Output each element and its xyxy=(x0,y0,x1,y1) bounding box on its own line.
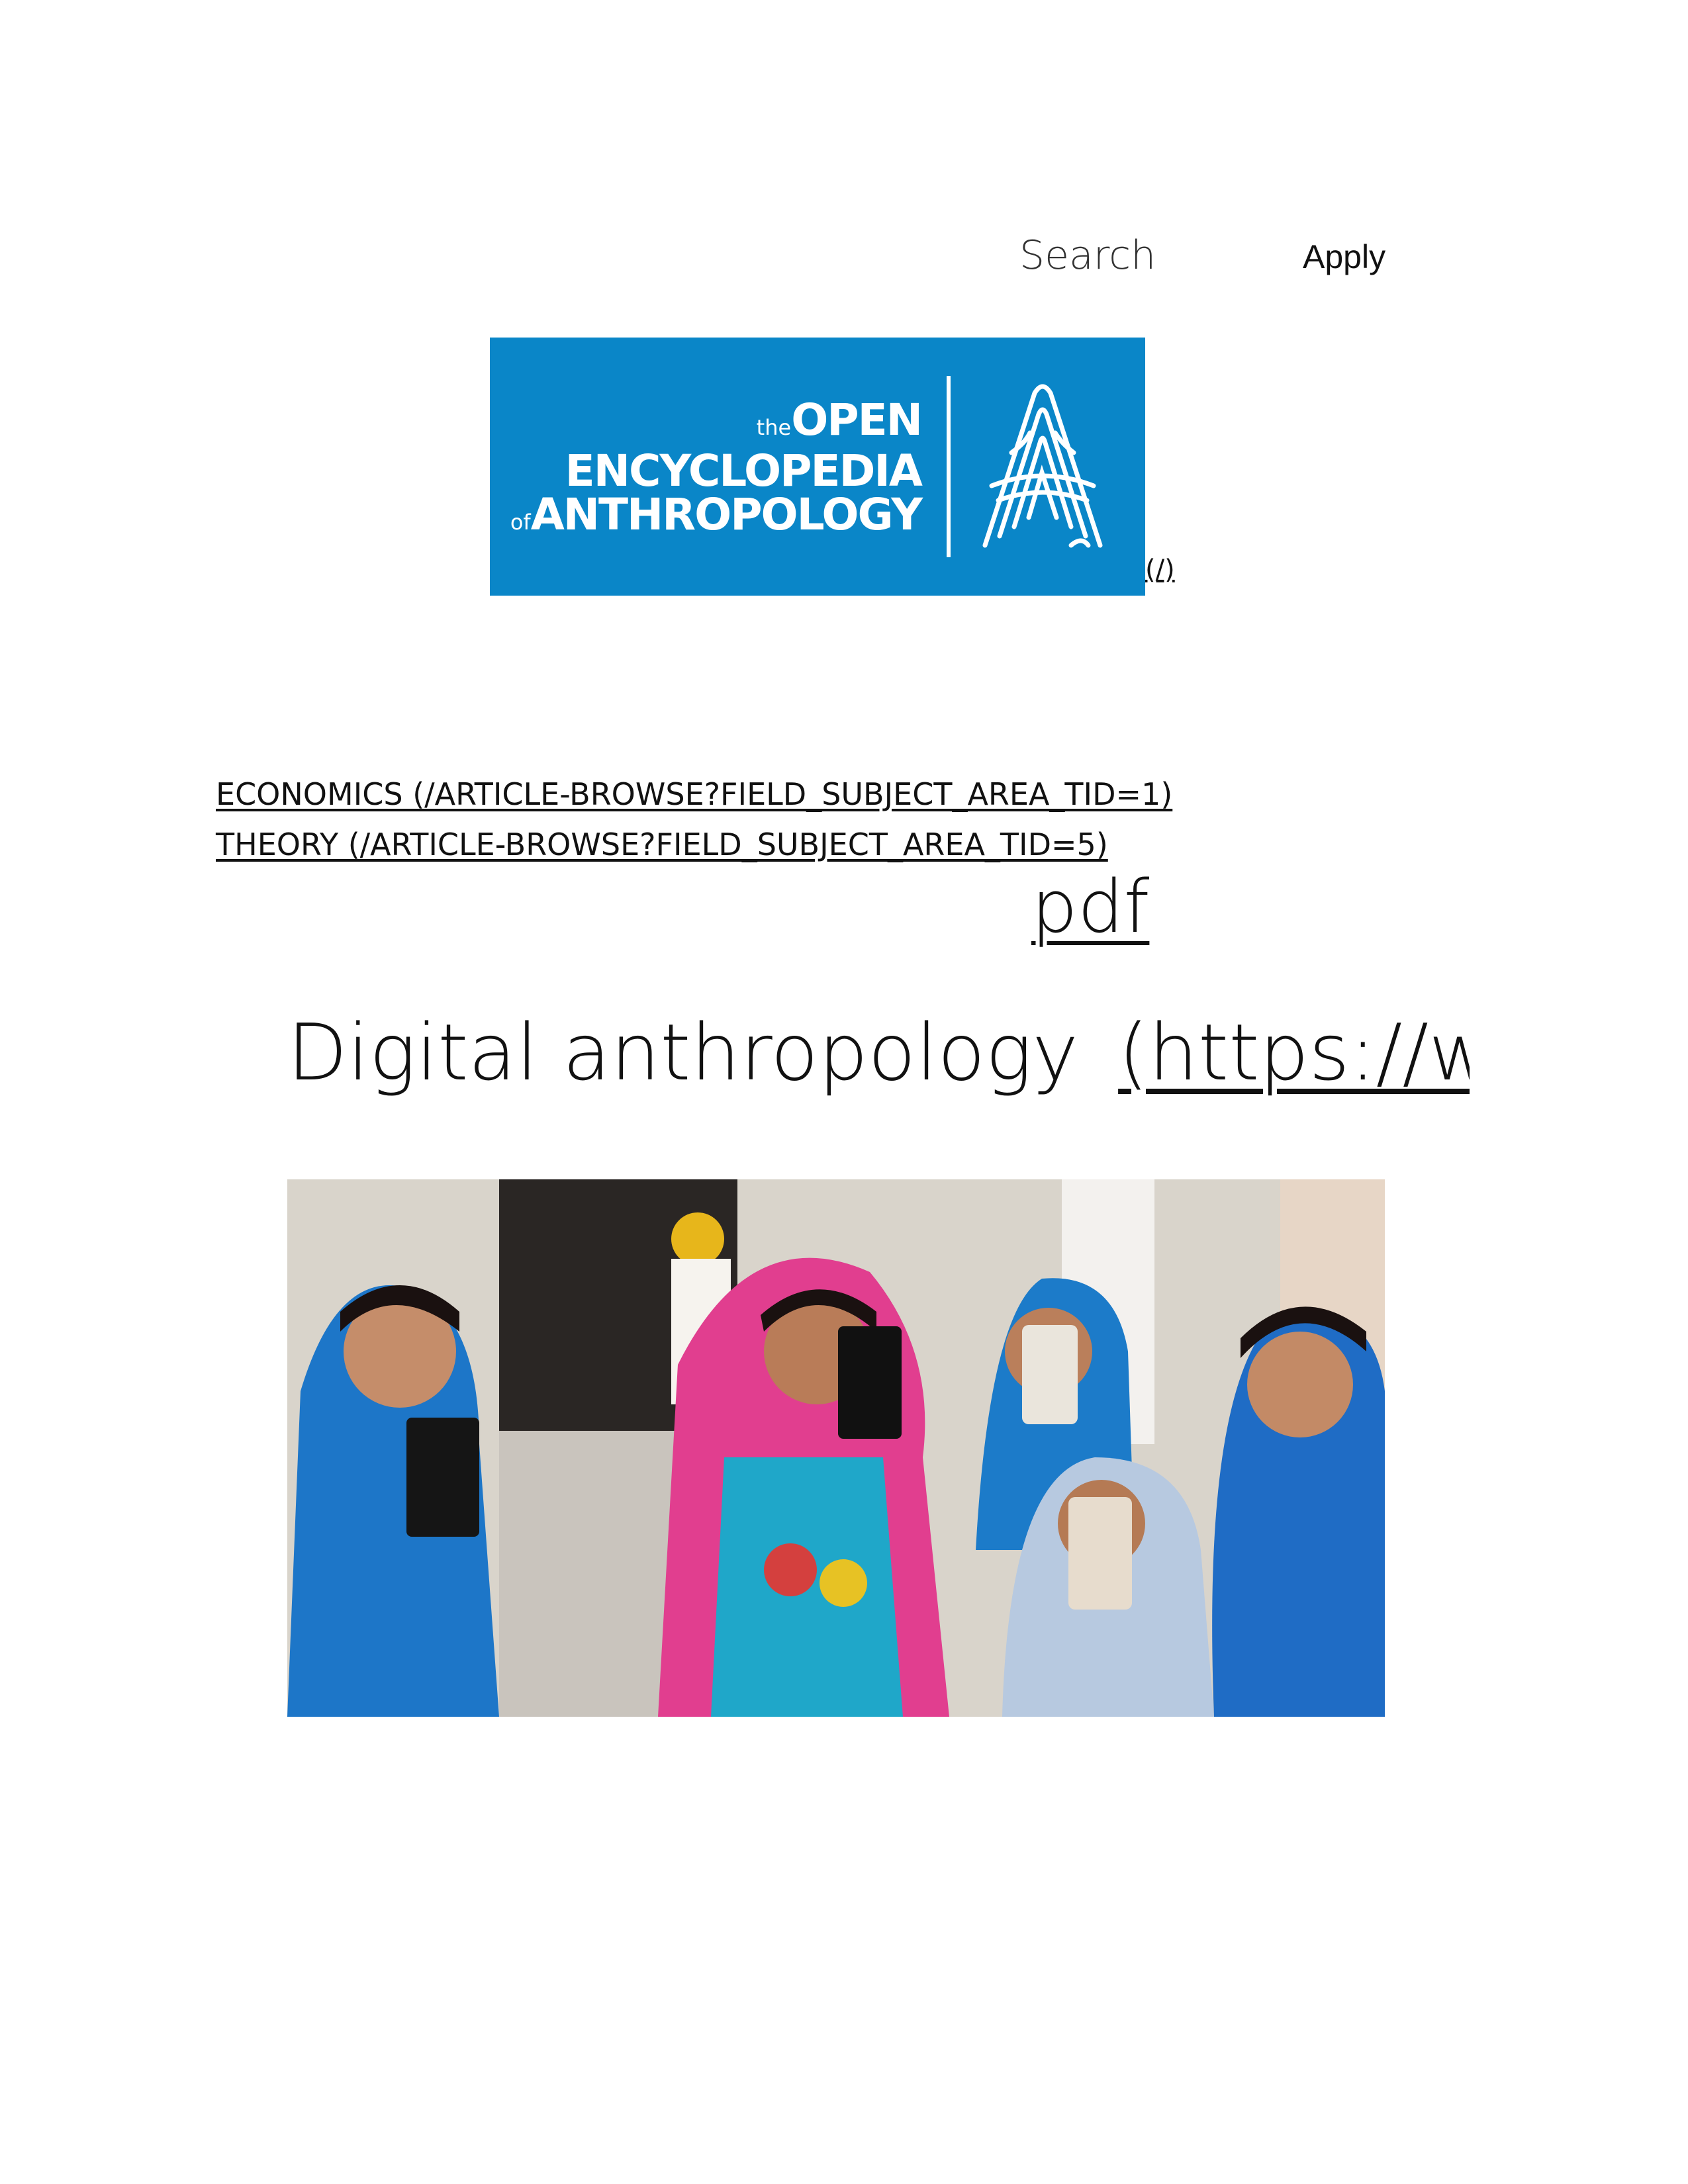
article-heading: Digital anthropology (https://www xyxy=(287,993,1470,1112)
subject-links: ECONOMICS (/ARTICLE-BROWSE?FIELD_SUBJECT… xyxy=(216,769,1172,870)
logo-the-text: the xyxy=(756,415,792,440)
subject-link-economics[interactable]: ECONOMICS (/ARTICLE-BROWSE?FIELD_SUBJECT… xyxy=(216,769,1172,819)
search-input[interactable] xyxy=(1019,225,1271,286)
logo-open-text: OPEN xyxy=(791,394,923,445)
fingerprint-a-icon xyxy=(982,384,1103,548)
article-title: Digital anthropology xyxy=(287,1007,1079,1098)
subject-link-theory[interactable]: THEORY (/ARTICLE-BROWSE?FIELD_SUBJECT_AR… xyxy=(216,819,1172,870)
logo-divider xyxy=(947,376,951,557)
logo-wordmark: theOPEN ENCYCLOPEDIA ofANTHROPOLOGY xyxy=(510,398,923,544)
hero-photo xyxy=(287,1179,1385,1717)
pdf-link[interactable]: pdf xyxy=(1031,860,1149,953)
logo-encyclopedia-text: ENCYCLOPEDIA xyxy=(565,445,923,496)
article-url-link[interactable]: (https://www xyxy=(1118,1007,1470,1098)
apply-button[interactable]: Apply xyxy=(1303,233,1448,281)
home-link[interactable]: (/) xyxy=(1145,555,1175,585)
logo-anthropology-text: ANTHROPOLOGY xyxy=(530,489,923,540)
logo-of-text: of xyxy=(510,510,531,535)
site-logo[interactable]: theOPEN ENCYCLOPEDIA ofANTHROPOLOGY xyxy=(490,338,1145,596)
